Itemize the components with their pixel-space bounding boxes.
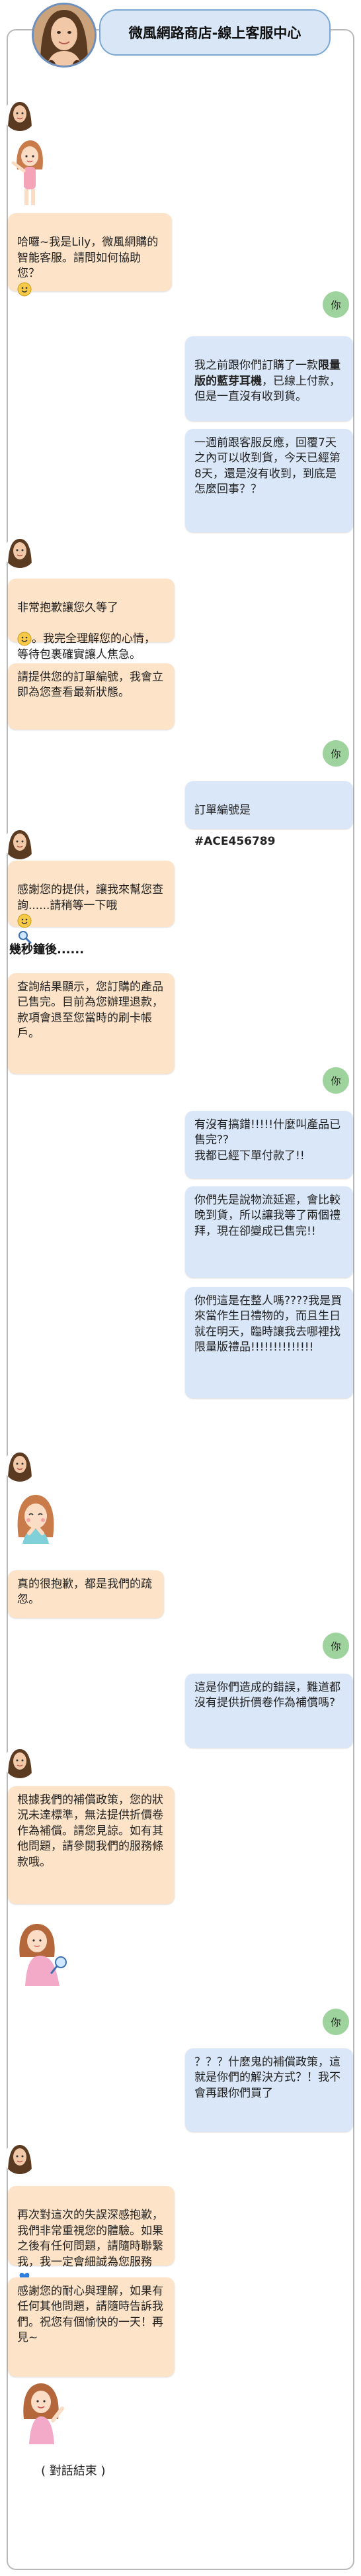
ai-message-request-order: 請提供您的訂單編號，我會立即為您查看最新狀態。: [8, 663, 175, 730]
user-message-refuse: ？？？什麼鬼的補償政策，這就是你們的解決方式？！我不會再跟你們買了: [185, 2048, 353, 2132]
ai-message-checking: 感謝您的提供，讓我來幫您查詢......請稍等一下哦: [8, 861, 175, 944]
time-separator: 幾秒鐘後......: [9, 943, 85, 957]
lily-avatar: [4, 1746, 36, 1778]
lily-avatar: [4, 1450, 36, 1482]
user-avatar: 你: [323, 1067, 349, 1094]
smile-emoji: [17, 282, 32, 297]
user-avatar: 你: [323, 291, 349, 318]
lily-avatar: [4, 536, 36, 568]
user-message-order-number: 訂單編號是 #ACE456789: [185, 781, 353, 848]
lily-avatar: [4, 828, 36, 859]
girl-waving-bye-sticker: [13, 2379, 69, 2448]
lily-avatar: [4, 2142, 36, 2174]
header-avatar: [32, 3, 97, 68]
conversation-end-label: ( 對話結束 ): [41, 2464, 106, 2478]
girl-thinking-sticker: [9, 1920, 75, 1995]
chat-header-title: 微風網路商店-線上客服中心: [99, 9, 331, 56]
user-message-delay: 一週前跟客服反應，回覆7天之內可以收到貨，今天已經第8天，還是沒有收到，到底是怎…: [185, 429, 353, 532]
user-avatar: 你: [323, 1633, 349, 1659]
user-message-order: 我之前跟你們訂購了一款限量版的藍芽耳機，已線上付款，但是一直沒有收到貨。: [185, 336, 353, 421]
ai-message-apology-final: 再次對這次的失誤深感抱歉，我們非常重視您的體驗。如果之後有任何問題，請隨時聯繫我…: [8, 2186, 175, 2283]
smile-emoji: [17, 632, 32, 646]
ai-message-sorry: 真的很抱歉，都是我們的疏忽。: [8, 1570, 164, 1618]
girl-waving-sticker: [9, 136, 50, 212]
user-message-angry-3: 你們這是在整人嗎????我是買來當作生日禮物的，而且生日就在明天，臨時讓我去哪裡…: [185, 1287, 353, 1398]
user-avatar: 你: [323, 740, 349, 767]
lily-avatar: [4, 99, 36, 131]
ai-message-apology: 非常抱歉讓您久等了 。我完全理解您的心情，等待包裹確實讓人焦急。: [8, 579, 175, 661]
ai-message-policy: 根據我們的補償政策，您的狀況未達標準，無法提供折價卷作為補償。請您見諒。如有其他…: [8, 1786, 175, 1904]
ai-message-greeting: 哈囉~我是Lily，微風網購的智能客服。請問如何協助您？: [8, 213, 172, 297]
user-avatar: 你: [323, 2009, 349, 2035]
user-message-compensation: 這是你們造成的錯誤，難道都沒有提供折價卷作為補償嗎?: [185, 1674, 353, 1748]
girl-sorry-sticker: [9, 1491, 62, 1560]
smile-emoji: [17, 914, 32, 928]
user-message-angry-1: 有沒有搞錯!!!!!什麼叫產品已售完?? 我都已經下單付款了!!: [185, 1111, 353, 1178]
user-message-angry-2: 你們先是說物流延遲，會比較晚到貨，所以讓我等了兩個禮拜，現在卻變成已售完!!: [185, 1186, 353, 1278]
ai-message-goodbye: 感謝您的耐心與理解，如果有任何其他問題，請隨時告訴我們。祝您有個愉快的一天！再見…: [8, 2277, 175, 2377]
ai-message-sold-out: 查詢結果顯示，您訂購的產品已售完。目前為您辦理退款，款項會退至您當時的刷卡帳戶。: [8, 973, 175, 1074]
